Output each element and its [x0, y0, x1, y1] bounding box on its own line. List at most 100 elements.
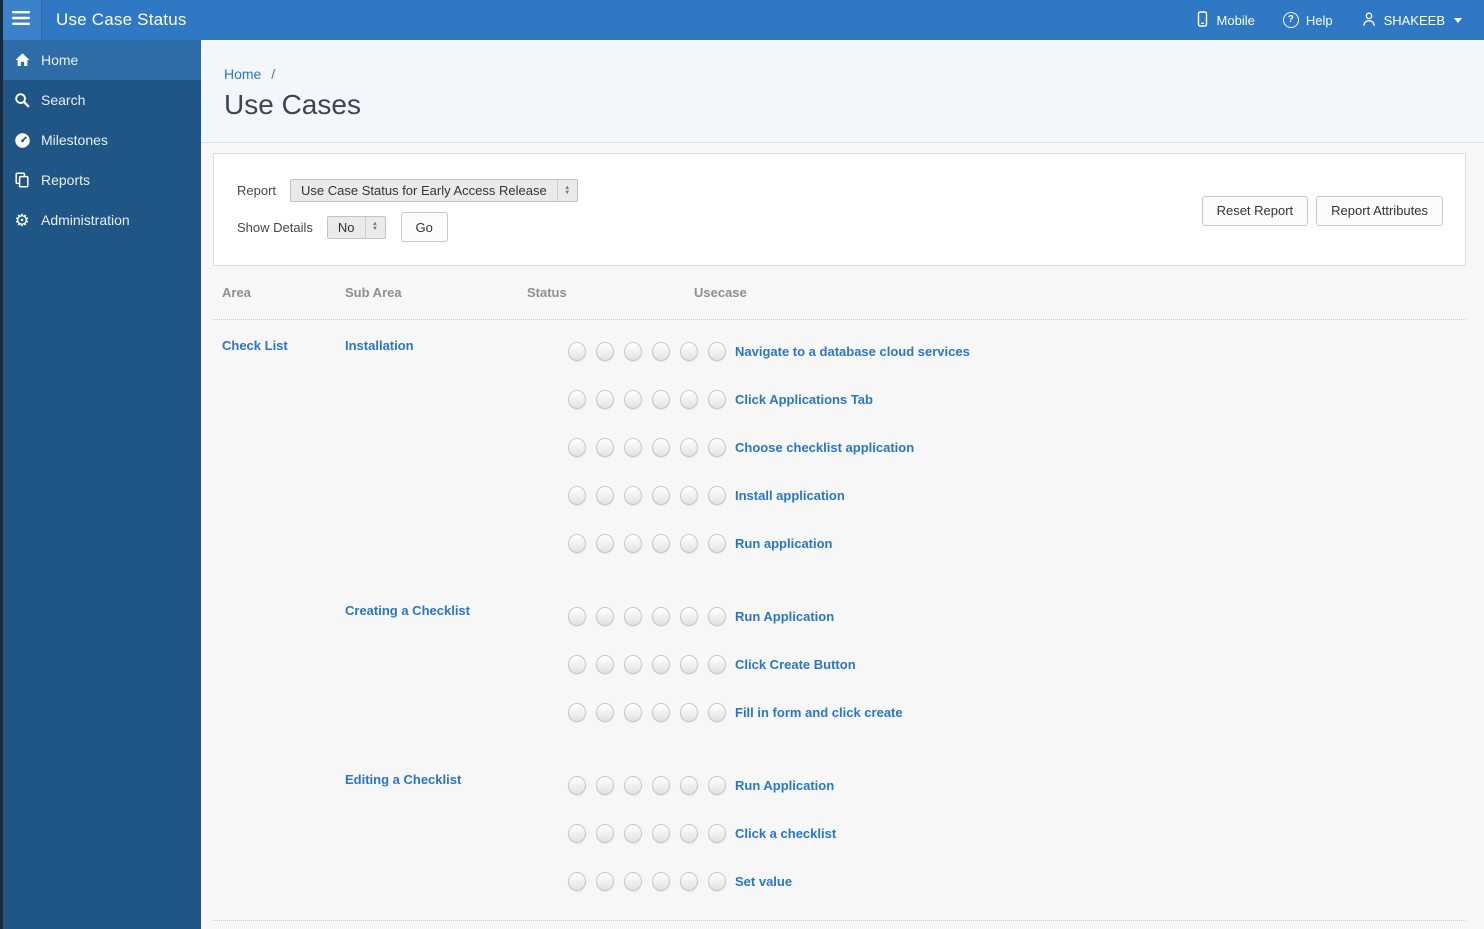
sidebar-item-reports[interactable]: Reports	[0, 160, 201, 200]
status-circle[interactable]	[624, 823, 642, 843]
status-circle[interactable]	[652, 871, 670, 891]
usecase-link[interactable]: Run application	[735, 536, 833, 551]
status-circle[interactable]	[680, 533, 698, 553]
status-circles	[568, 389, 726, 409]
status-circle[interactable]	[652, 606, 670, 626]
status-circle[interactable]	[624, 533, 642, 553]
sidebar-item-administration[interactable]: ⚙ Administration	[0, 200, 201, 240]
status-circle[interactable]	[652, 533, 670, 553]
usecase-link[interactable]: Run Application	[735, 609, 834, 624]
status-circle[interactable]	[624, 702, 642, 722]
status-circle[interactable]	[652, 485, 670, 505]
status-circle[interactable]	[708, 775, 726, 795]
show-details-select[interactable]: No ▲ ▼	[326, 215, 386, 239]
status-circle[interactable]	[596, 871, 614, 891]
menu-button[interactable]	[0, 0, 42, 40]
status-circle[interactable]	[708, 485, 726, 505]
status-circle[interactable]	[596, 823, 614, 843]
status-circle[interactable]	[624, 775, 642, 795]
status-circle[interactable]	[680, 437, 698, 457]
subarea-link[interactable]: Creating a Checklist	[345, 603, 470, 618]
status-circle[interactable]	[680, 702, 698, 722]
usecase-link[interactable]: Click a checklist	[735, 826, 836, 841]
status-circle[interactable]	[596, 606, 614, 626]
status-circle[interactable]	[708, 341, 726, 361]
status-circle[interactable]	[596, 533, 614, 553]
status-circle[interactable]	[624, 437, 642, 457]
reset-report-button[interactable]: Reset Report	[1201, 195, 1309, 226]
status-circle[interactable]	[708, 654, 726, 674]
status-circle[interactable]	[680, 871, 698, 891]
status-circle[interactable]	[568, 341, 586, 361]
status-circle[interactable]	[624, 654, 642, 674]
status-circle[interactable]	[652, 654, 670, 674]
status-circle[interactable]	[680, 775, 698, 795]
report-select[interactable]: Use Case Status for Early Access Release…	[290, 179, 578, 202]
status-circle[interactable]	[652, 823, 670, 843]
status-circle[interactable]	[708, 702, 726, 722]
status-circle[interactable]	[568, 533, 586, 553]
subarea-link[interactable]: Installation	[345, 338, 414, 353]
status-circle[interactable]	[708, 606, 726, 626]
usecase-link[interactable]: Navigate to a database cloud services	[735, 344, 970, 359]
status-circle[interactable]	[624, 389, 642, 409]
sidebar-item-search[interactable]: Search	[0, 80, 201, 120]
header-area: Area	[222, 285, 251, 300]
go-button[interactable]: Go	[400, 212, 448, 242]
status-circle[interactable]	[596, 437, 614, 457]
usecase-link[interactable]: Set value	[735, 874, 792, 889]
status-circle[interactable]	[680, 823, 698, 843]
status-circle[interactable]	[624, 606, 642, 626]
usecase-link[interactable]: Click Create Button	[735, 657, 856, 672]
breadcrumb-home-link[interactable]: Home	[224, 66, 261, 82]
home-icon	[11, 52, 33, 68]
status-circle[interactable]	[680, 606, 698, 626]
sidebar-item-home[interactable]: Home	[0, 40, 201, 80]
subarea-link[interactable]: Editing a Checklist	[345, 772, 461, 787]
window-edge	[0, 0, 3, 929]
status-circle[interactable]	[680, 654, 698, 674]
status-circle[interactable]	[652, 341, 670, 361]
status-circle[interactable]	[708, 823, 726, 843]
status-circle[interactable]	[680, 389, 698, 409]
status-circle[interactable]	[708, 389, 726, 409]
status-circle[interactable]	[652, 389, 670, 409]
usecase-link[interactable]: Click Applications Tab	[735, 392, 873, 407]
status-circle[interactable]	[680, 341, 698, 361]
usecase-link[interactable]: Install application	[735, 488, 845, 503]
status-circle[interactable]	[596, 702, 614, 722]
status-circle[interactable]	[568, 871, 586, 891]
usecase-link[interactable]: Fill in form and click create	[735, 705, 903, 720]
status-circle[interactable]	[708, 533, 726, 553]
status-circle[interactable]	[708, 437, 726, 457]
usecase-link[interactable]: Run Application	[735, 778, 834, 793]
status-circle[interactable]	[568, 823, 586, 843]
area-link[interactable]: Check List	[222, 338, 288, 353]
status-circle[interactable]	[652, 775, 670, 795]
status-circle[interactable]	[568, 485, 586, 505]
status-circle[interactable]	[652, 702, 670, 722]
sidebar-item-milestones[interactable]: Milestones	[0, 120, 201, 160]
status-circle[interactable]	[568, 775, 586, 795]
usecase-link[interactable]: Choose checklist application	[735, 440, 914, 455]
status-circle[interactable]	[568, 437, 586, 457]
status-circle[interactable]	[596, 485, 614, 505]
status-circle[interactable]	[596, 654, 614, 674]
help-button[interactable]: ? Help	[1282, 12, 1333, 28]
mobile-button[interactable]: Mobile	[1194, 10, 1255, 30]
status-circle[interactable]	[568, 702, 586, 722]
status-circle[interactable]	[568, 389, 586, 409]
status-circle[interactable]	[680, 485, 698, 505]
status-circle[interactable]	[624, 871, 642, 891]
status-circle[interactable]	[596, 341, 614, 361]
report-attributes-button[interactable]: Report Attributes	[1316, 195, 1443, 226]
status-circle[interactable]	[624, 485, 642, 505]
status-circle[interactable]	[708, 871, 726, 891]
status-circle[interactable]	[596, 389, 614, 409]
status-circle[interactable]	[624, 341, 642, 361]
status-circle[interactable]	[596, 775, 614, 795]
user-menu[interactable]: SHAKEEB	[1361, 11, 1462, 30]
status-circle[interactable]	[568, 654, 586, 674]
status-circle[interactable]	[568, 606, 586, 626]
status-circle[interactable]	[652, 437, 670, 457]
